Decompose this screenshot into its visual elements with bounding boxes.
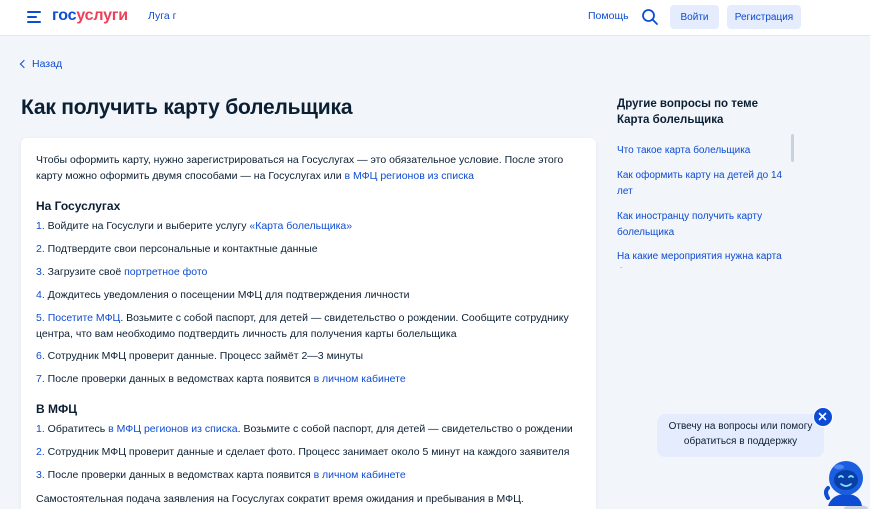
bottom-paragraph: Самостоятельная подача заявления на Госу…	[36, 493, 524, 509]
step-number: 2.	[36, 446, 45, 458]
step-text: . Возьмите с собой паспорт, для детей — …	[237, 423, 573, 435]
intro-paragraph: Чтобы оформить карту, нужно зарегистриро…	[36, 153, 581, 184]
list-item: 3. После проверки данных в ведомствах ка…	[36, 468, 581, 484]
sidebar-item-foreigner-card[interactable]: Как иностранцу получить карту болельщика	[617, 209, 787, 240]
visit-mfc-link[interactable]: Посетите МФЦ	[48, 312, 121, 324]
city-selector[interactable]: Луга г	[148, 10, 176, 22]
header: госуслуги Луга г Помощь Войти Регистраци…	[0, 0, 870, 36]
chevron-left-icon	[19, 59, 29, 69]
list-item: 2. Подтвердите свои персональные и конта…	[36, 242, 581, 258]
robot-assistant-icon[interactable]	[822, 458, 870, 509]
search-icon[interactable]	[641, 8, 659, 26]
step-number: 4.	[36, 289, 45, 301]
step-number: 2.	[36, 243, 45, 255]
personal-account-link[interactable]: в личном кабинете	[314, 469, 406, 481]
list-item: 6. Сотрудник МФЦ проверит данные. Процес…	[36, 349, 581, 365]
step-number: 1.	[36, 220, 45, 232]
section-gosuslugi-title: На Госуслугах	[36, 199, 121, 213]
content-card: Чтобы оформить карту, нужно зарегистриро…	[21, 138, 596, 509]
fan-card-service-link[interactable]: «Карта болельщика»	[249, 220, 352, 232]
step-text: Сотрудник МФЦ проверит данные. Процесс з…	[44, 350, 364, 362]
step-text: Войдите на Госуслуги и выберите услугу	[44, 220, 250, 232]
step-number: 3.	[36, 266, 45, 278]
step-number: 6.	[36, 350, 45, 362]
sidebar-title: Другие вопросы по теме Карта болельщика	[617, 98, 759, 126]
mfc-regions-link[interactable]: в МФЦ регионов из списка	[345, 170, 474, 182]
step-text: После проверки данных в ведомствах карта…	[44, 469, 314, 481]
step-number: 3.	[36, 469, 45, 481]
step-text: Подтвердите свои персональные и контактн…	[44, 243, 318, 255]
sidebar-item-events[interactable]: На какие мероприятия нужна карта болельщ…	[617, 249, 787, 268]
register-button[interactable]: Регистрация	[727, 5, 801, 29]
personal-account-link[interactable]: в личном кабинете	[314, 373, 406, 385]
sidebar-scrollbar[interactable]	[791, 134, 794, 162]
list-item: 5. Посетите МФЦ. Возьмите с собой паспор…	[36, 311, 581, 342]
list-item: 7. После проверки данных в ведомствах ка…	[36, 372, 581, 388]
logo-gos: гос	[52, 7, 77, 24]
step-number: 7.	[36, 373, 45, 385]
step-text: Обратитесь	[44, 423, 109, 435]
login-button[interactable]: Войти	[670, 5, 719, 29]
back-label: Назад	[32, 58, 63, 70]
logo-uslugi: услуги	[76, 7, 128, 24]
step-number: 1.	[36, 423, 45, 435]
intro-text: Чтобы оформить карту, нужно зарегистриро…	[36, 154, 564, 182]
help-link[interactable]: Помощь	[588, 10, 629, 22]
step-number: 5.	[36, 312, 45, 324]
page-title: Как получить карту болельщика	[21, 96, 353, 119]
logo[interactable]: госуслуги	[52, 7, 128, 25]
step-text: После проверки данных в ведомствах карта…	[44, 373, 314, 385]
sidebar-item-card-for-children[interactable]: Как оформить карту на детей до 14 лет	[617, 168, 787, 199]
back-link[interactable]: Назад	[19, 58, 63, 70]
step-text: Загрузите своё	[44, 266, 125, 278]
mfc-regions-link[interactable]: в МФЦ регионов из списка	[108, 423, 237, 435]
chat-bubble[interactable]: Отвечу на вопросы или помогу обратиться …	[657, 414, 824, 457]
related-questions-list[interactable]: Что такое карта болельщика Как оформить …	[617, 140, 795, 268]
list-item: 2. Сотрудник МФЦ проверит данные и сдела…	[36, 445, 581, 461]
list-item: 1. Обратитесь в МФЦ регионов из списка. …	[36, 422, 581, 438]
burger-menu-icon[interactable]	[27, 11, 41, 23]
sidebar-item-what-is-card[interactable]: Что такое карта болельщика	[617, 143, 787, 159]
section-mfc-title: В МФЦ	[36, 402, 78, 416]
list-item: 3. Загрузите своё портретное фото	[36, 265, 581, 281]
list-item: 4. Дождитесь уведомления о посещении МФЦ…	[36, 288, 581, 304]
close-icon[interactable]	[813, 407, 833, 427]
list-item: 1. Войдите на Госуслуги и выберите услуг…	[36, 219, 581, 235]
portrait-photo-link[interactable]: портретное фото	[124, 266, 207, 278]
step-text: Сотрудник МФЦ проверит данные и сделает …	[44, 446, 570, 458]
step-text: Дождитесь уведомления о посещении МФЦ дл…	[44, 289, 410, 301]
